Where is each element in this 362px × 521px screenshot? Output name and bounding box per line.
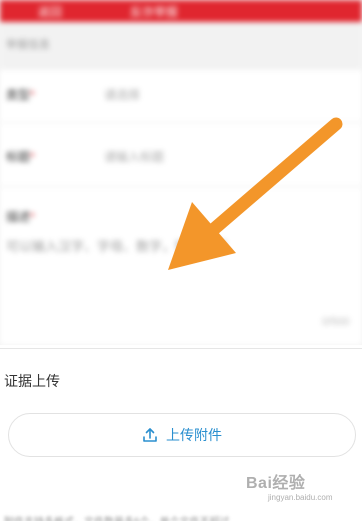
upload-attachment-button[interactable]: 上传附件 [8, 413, 356, 457]
type-field-label-text: 类型 [6, 88, 31, 102]
title-field-label-text: 标题 [6, 150, 31, 164]
row-divider [0, 186, 362, 187]
title-field-label: 标题* [6, 148, 35, 165]
description-field-label: 描述* [6, 208, 35, 225]
section-header: 举报信息 [0, 22, 362, 70]
watermark-text: Bai经验 [246, 475, 306, 492]
back-button[interactable]: 返回 [38, 3, 62, 20]
form-body: 类型* 请选择 标题* 请输入标题 描述* [0, 70, 362, 345]
description-textarea[interactable]: 可以输入汉字、字母、数字，特殊字符 [6, 236, 227, 255]
section-title: 举报信息 [6, 39, 50, 51]
upload-note: 附件支持多格式，文件数最多5个，单个文件不超过 [4, 513, 230, 521]
evidence-upload-label: 证据上传 [4, 373, 60, 389]
blurred-form-area: 返回 反诈举报 举报信息 类型* 请选择 标题* 请输入标题 描述* 可以输入汉… [0, 0, 362, 345]
top-nav-bar: 返回 反诈举报 [0, 0, 362, 22]
required-marker: * [30, 210, 35, 224]
upload-attachment-label: 上传附件 [166, 427, 222, 443]
character-counter: 0/500 [322, 316, 350, 328]
type-field-label: 类型* [6, 86, 35, 103]
upload-icon [143, 428, 157, 442]
section-divider [0, 348, 362, 349]
description-field-label-text: 描述 [6, 210, 31, 224]
row-divider [0, 122, 362, 123]
watermark-url: jingyan.baidu.com [268, 493, 333, 502]
title-field-input[interactable]: 请输入标题 [104, 148, 164, 165]
required-marker: * [30, 88, 35, 102]
report-form-screen: 返回 反诈举报 举报信息 类型* 请选择 标题* 请输入标题 描述* 可以输入汉… [0, 0, 362, 521]
type-field-select[interactable]: 请选择 [104, 86, 140, 103]
baidu-jingyan-watermark: Bai经验 jingyan.baidu.com [246, 463, 358, 519]
required-marker: * [30, 150, 35, 164]
page-title: 反诈举报 [130, 5, 179, 19]
